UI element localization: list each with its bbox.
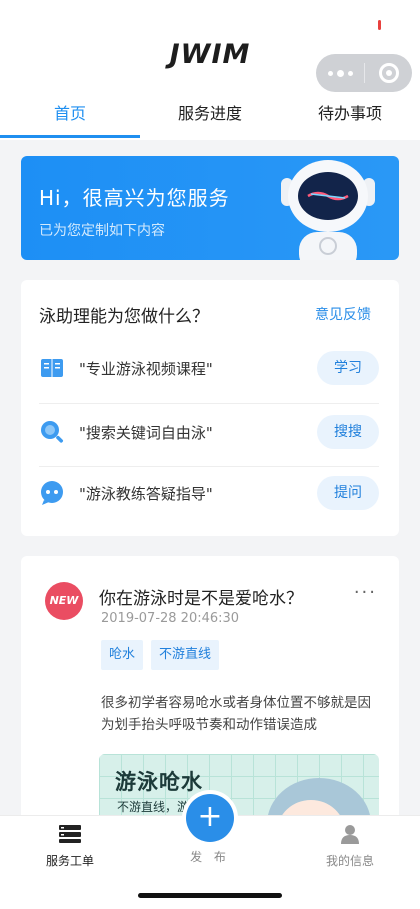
user-icon bbox=[341, 825, 359, 844]
assistant-row-coach: "游泳教练答疑指导" 提问 bbox=[39, 463, 379, 523]
nav-my-info[interactable]: 我的信息 bbox=[305, 824, 395, 869]
assistant-row-text: "搜索关键词自由泳" bbox=[79, 423, 213, 442]
status-indicator bbox=[378, 20, 381, 30]
target-icon bbox=[378, 63, 399, 83]
app-logo: JWIM bbox=[169, 39, 251, 70]
search-button[interactable]: 搜搜 bbox=[317, 415, 379, 449]
welcome-banner[interactable]: Hi，很高兴为您服务 已为您定制如下内容 bbox=[21, 156, 399, 260]
ask-button[interactable]: 提问 bbox=[317, 476, 379, 510]
assistant-row-search: "搜索关键词自由泳" 搜搜 bbox=[39, 402, 379, 462]
feedback-link[interactable]: 意见反馈 bbox=[315, 304, 371, 324]
miniprogram-capsule bbox=[316, 54, 412, 92]
nav-service-orders[interactable]: 服务工单 bbox=[25, 824, 115, 869]
banner-subtitle: 已为您定制如下内容 bbox=[39, 223, 165, 239]
close-program-button[interactable] bbox=[365, 54, 412, 92]
article-excerpt: 很多初学者容易呛水或者身体位置不够就是因为划手抬头呼吸节奏和动作错误造成 bbox=[101, 695, 371, 733]
assistant-card: 泳助理能为您做什么？ 意见反馈 "专业游泳视频课程" 学习 "搜索关键词自由泳"… bbox=[21, 280, 399, 536]
article-date: 2019-07-28 20:46:30 bbox=[101, 611, 240, 626]
assistant-row-course: "专业游泳视频课程" 学习 bbox=[39, 338, 379, 398]
banner-greeting: Hi，很高兴为您服务 bbox=[39, 186, 230, 210]
service-list-icon bbox=[59, 825, 81, 843]
top-tabs: 首页 服务进度 待办事项 bbox=[0, 92, 420, 140]
learn-button[interactable]: 学习 bbox=[317, 351, 379, 385]
more-menu-button[interactable] bbox=[316, 54, 364, 92]
thumbnail-title: 游泳呛水 bbox=[115, 770, 203, 794]
article-tags: 呛水 不游直线 bbox=[101, 640, 220, 670]
header-bar: JWIM bbox=[0, 0, 420, 92]
tag-not-straight[interactable]: 不游直线 bbox=[151, 640, 220, 670]
tab-service-progress[interactable]: 服务进度 bbox=[140, 92, 280, 140]
article-title[interactable]: 你在游泳时是不是爱呛水？ bbox=[99, 584, 303, 609]
assistant-row-text: "专业游泳视频课程" bbox=[79, 359, 213, 378]
home-indicator bbox=[138, 893, 282, 898]
nav-service-label: 服务工单 bbox=[45, 854, 94, 868]
assistant-row-text: "游泳教练答疑指导" bbox=[79, 484, 213, 503]
search-icon bbox=[41, 421, 64, 443]
nav-profile-label: 我的信息 bbox=[325, 854, 374, 868]
tab-home[interactable]: 首页 bbox=[0, 92, 140, 140]
plus-icon: + bbox=[197, 799, 223, 834]
tab-todo[interactable]: 待办事项 bbox=[280, 92, 420, 140]
chat-icon bbox=[41, 481, 63, 505]
publish-button[interactable]: + bbox=[186, 794, 234, 842]
robot-mascot-icon bbox=[281, 160, 375, 260]
thumbnail-subtitle: 不游直线，游 bbox=[117, 800, 190, 814]
tag-choking[interactable]: 呛水 bbox=[101, 640, 144, 670]
new-badge: NEW bbox=[45, 582, 83, 620]
more-options-icon[interactable]: ··· bbox=[354, 582, 377, 603]
publish-label: 发 布 bbox=[190, 850, 230, 864]
assistant-title: 泳助理能为您做什么？ bbox=[39, 307, 209, 327]
book-icon bbox=[41, 359, 63, 377]
